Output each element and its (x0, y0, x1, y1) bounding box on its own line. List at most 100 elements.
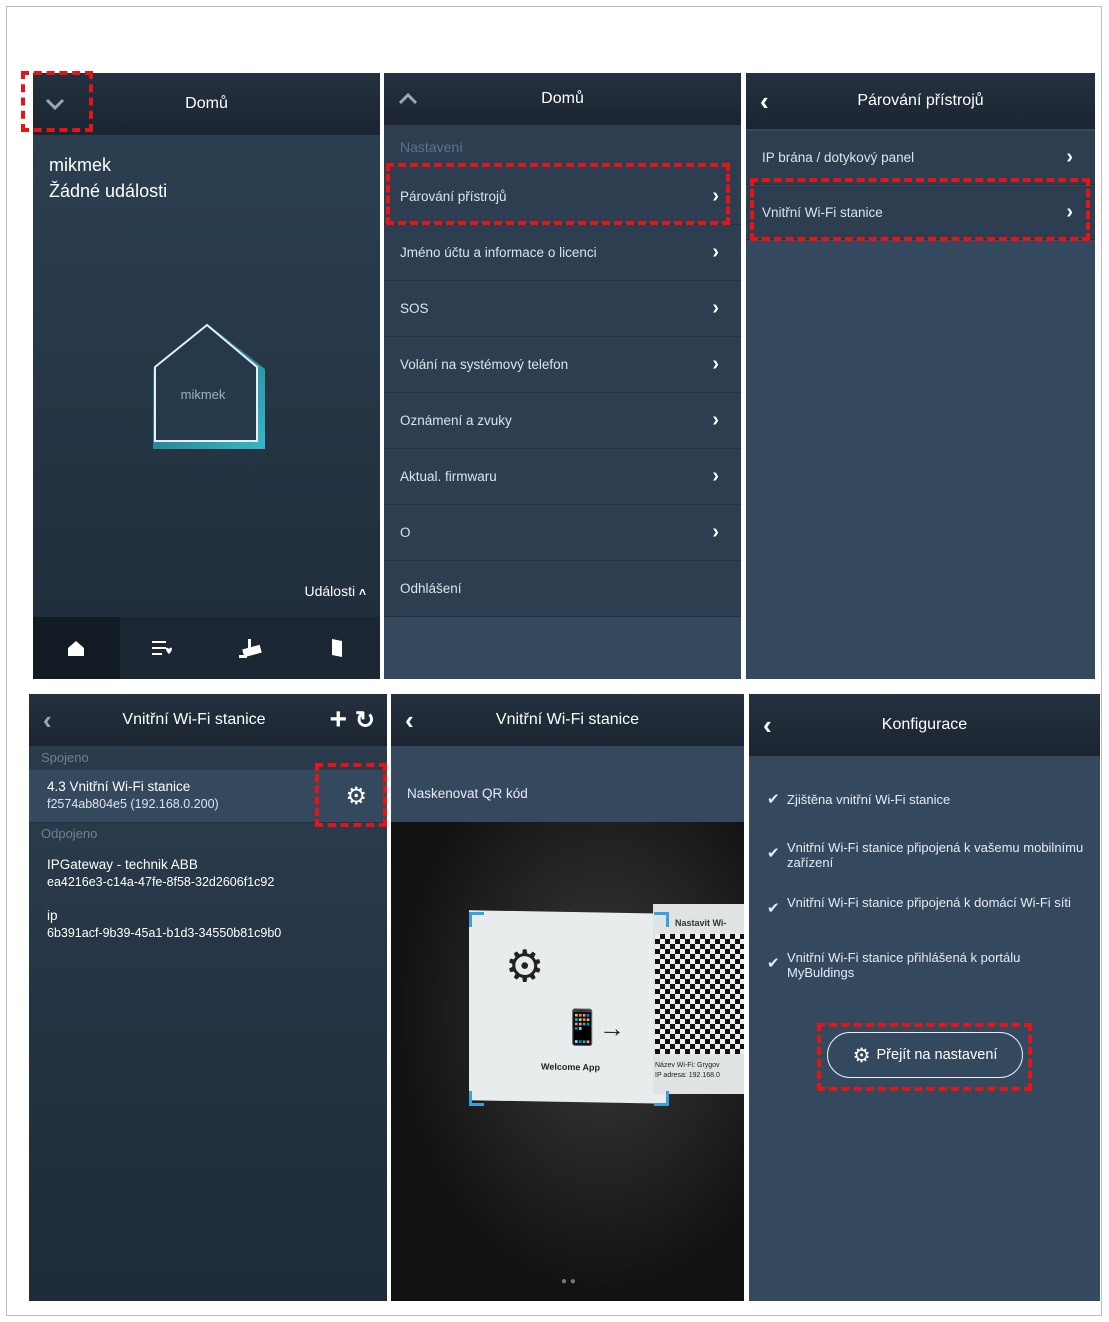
station-id: 6b391acf-9b39-45a1-b1d3-34550b81c9b0 (47, 926, 282, 940)
chevron-right-icon: › (712, 521, 719, 543)
page-title: Párování přístrojů (857, 92, 984, 109)
menu-item-account[interactable]: Jméno účtu a informace o licenci › (384, 225, 741, 281)
check-icon: ✔ (767, 900, 780, 917)
wifi-title: Nastavit Wi- (675, 918, 727, 928)
menu-item-label: Jméno účtu a informace o licenci (400, 245, 597, 260)
station-name: ip (47, 908, 58, 923)
check-icon: ✔ (767, 845, 780, 862)
events-toggle[interactable]: Události ˄ (305, 583, 367, 599)
page-title: Vnitřní Wi-Fi stanice (122, 711, 266, 728)
menu-item-label: Aktual. firmwaru (400, 469, 497, 484)
section-header: Nastavení (400, 139, 464, 155)
account-name: mikmek (49, 155, 111, 175)
chevron-right-icon: › (712, 353, 719, 375)
menu-item-notifications[interactable]: Oznámení a zvuky › (384, 393, 741, 449)
plus-icon[interactable]: + (329, 694, 347, 746)
station-id: ea4216e3-c14a-47fe-8f58-32d2606f1c92 (47, 875, 275, 889)
menu-item-ip-gateway[interactable]: IP brána / dotykový panel › (746, 131, 1095, 185)
gear-icon[interactable]: ⚙ (345, 782, 367, 811)
scan-frame (469, 912, 669, 1106)
favorites-icon (152, 641, 173, 655)
refresh-icon[interactable]: ↻ (355, 694, 375, 746)
home-icon (68, 641, 85, 656)
home-screen: Domů mikmek Žádné události mikmek Událos… (33, 73, 380, 679)
menu-item-logout[interactable]: Odhlášení (384, 561, 741, 617)
empty-area (384, 617, 741, 679)
menu-item-label: Odhlášení (400, 581, 462, 596)
menu-item-label: IP brána / dotykový panel (762, 150, 915, 165)
chevron-right-icon: › (1066, 146, 1073, 168)
camera-icon (238, 639, 262, 658)
chevron-up-icon[interactable] (398, 73, 418, 125)
scan-qr-label[interactable]: Naskenovat QR kód (407, 786, 528, 801)
header: ‹ Konfigurace (749, 694, 1100, 756)
header: ‹ Vnitřní Wi-Fi stanice + ↻ (29, 694, 387, 746)
menu-item-wifi-station[interactable]: Vnitřní Wi-Fi stanice › (746, 186, 1095, 240)
page-title: Domů (185, 95, 228, 112)
qr-scan-screen: ‹ Vnitřní Wi-Fi stanice Naskenovat QR kó… (391, 694, 744, 1301)
back-icon[interactable]: ‹ (763, 694, 772, 756)
header: Domů (33, 73, 380, 135)
menu-item-about[interactable]: O › (384, 505, 741, 561)
settings-button-label: Přejít na nastavení (876, 1047, 998, 1063)
check-item: ✔ Vnitřní Wi-Fi stanice připojená k domác… (767, 895, 1071, 917)
menu-item-system-call[interactable]: Volání na systémový telefon › (384, 337, 741, 393)
chevron-right-icon: › (712, 241, 719, 263)
door-icon (331, 639, 342, 657)
check-item: ✔ Zjištěna vnitřní Wi-Fi stanice (767, 791, 951, 808)
header: ‹ Vnitřní Wi-Fi stanice (391, 694, 744, 746)
check-icon: ✔ (767, 955, 780, 972)
events-status: Žádné události (49, 181, 168, 201)
house-graphic[interactable]: mikmek (145, 321, 267, 449)
chevron-right-icon: › (1066, 201, 1073, 223)
back-icon[interactable]: ‹ (43, 694, 52, 746)
menu-item-label: Párování přístrojů (400, 189, 507, 204)
header: ‹ Párování přístrojů (746, 73, 1095, 129)
chevron-up-icon: ˄ (358, 585, 366, 599)
chevron-right-icon: › (712, 465, 719, 487)
menu-item-label: SOS (400, 301, 429, 316)
house-label: mikmek (180, 387, 226, 402)
check-item: ✔ Vnitřní Wi-Fi stanice přihlášená k port… (767, 950, 1021, 980)
check-icon: ✔ (767, 791, 780, 808)
nav-favorites[interactable] (120, 617, 207, 679)
station-name: 4.3 Vnitřní Wi-Fi stanice (47, 779, 191, 794)
nav-home[interactable] (33, 617, 120, 679)
nav-camera[interactable] (207, 617, 294, 679)
chevron-right-icon: › (712, 185, 719, 207)
settings-button[interactable]: ⚙ Přejít na nastavení (827, 1032, 1023, 1078)
chevron-right-icon: › (712, 409, 719, 431)
nav-door[interactable] (293, 617, 380, 679)
bottom-nav (33, 617, 380, 679)
disconnected-header: Odpojeno (29, 826, 387, 846)
menu-item-label: Oznámení a zvuky (400, 413, 512, 428)
configuration-screen: ‹ Konfigurace ✔ Zjištěna vnitřní Wi-Fi st… (749, 694, 1100, 1301)
station-name: IPGateway - technik ABB (47, 857, 198, 872)
page-title: Konfigurace (881, 716, 968, 733)
pairing-screen: ‹ Párování přístrojů IP brána / dotykový… (746, 73, 1095, 679)
page-dots: ● ● (561, 1276, 576, 1287)
header: Domů (384, 73, 741, 125)
back-icon[interactable]: ‹ (760, 73, 769, 129)
events-label: Události (304, 583, 356, 599)
chevron-down-icon[interactable] (45, 73, 65, 135)
station-row[interactable]: ip 6b391acf-9b39-45a1-b1d3-34550b81c9b0 (29, 900, 387, 951)
station-row[interactable]: IPGateway - technik ABB ea4216e3-c14a-47… (29, 848, 387, 901)
menu-item-label: O (400, 525, 411, 540)
page-title: Vnitřní Wi-Fi stanice (495, 711, 640, 728)
station-row[interactable]: 4.3 Vnitřní Wi-Fi stanice f2574ab804e5 (… (29, 770, 387, 823)
back-icon[interactable]: ‹ (405, 694, 414, 746)
camera-view: ⚙ 📱 → Welcome App Nastavit Wi- Název Wi-… (391, 822, 744, 1301)
menu-item-pairing[interactable]: Párování přístrojů › (384, 169, 741, 225)
menu-item-label: Vnitřní Wi-Fi stanice (762, 205, 883, 220)
menu-item-firmware[interactable]: Aktual. firmwaru › (384, 449, 741, 505)
gear-icon: ⚙ (852, 1044, 871, 1067)
connected-header: Spojeno (29, 750, 387, 770)
menu-item-label: Volání na systémový telefon (400, 357, 569, 372)
page-title: Domů (541, 90, 584, 107)
menu-item-sos[interactable]: SOS › (384, 281, 741, 337)
chevron-right-icon: › (712, 297, 719, 319)
station-id: f2574ab804e5 (192.168.0.200) (47, 797, 219, 811)
settings-screen: Domů Nastavení Párování přístrojů › Jméno… (384, 73, 741, 679)
check-item: ✔ Vnitřní Wi-Fi stanice připojená k vašem… (767, 840, 1084, 870)
